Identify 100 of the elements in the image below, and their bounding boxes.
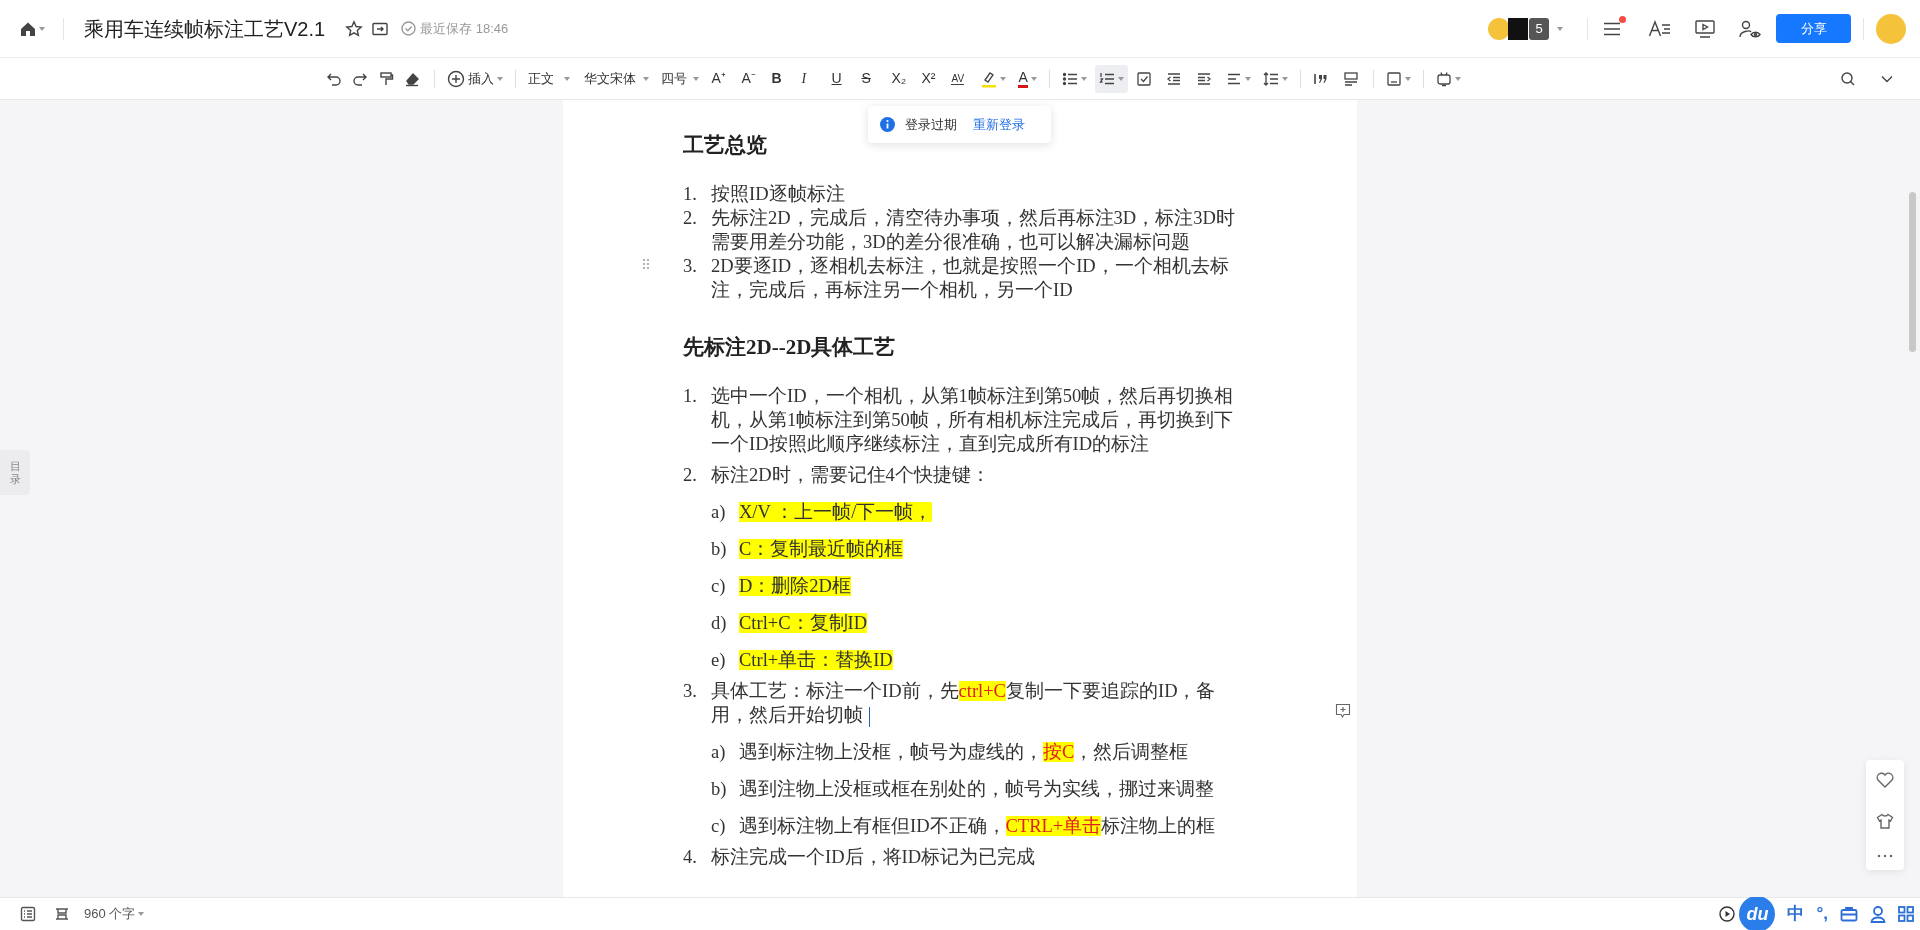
caret-icon[interactable] — [1557, 26, 1563, 31]
list-number: 3. — [683, 680, 698, 703]
caret-icon — [1080, 76, 1087, 81]
share-button[interactable]: 分享 — [1776, 14, 1851, 43]
list-item-text: 遇到标注物上没框，帧号为虚线的，按C，然后调整框 — [739, 741, 1190, 764]
list-item-text: C：复制最近帧的框 — [739, 538, 905, 561]
bold-button[interactable]: B — [767, 64, 794, 93]
text-block-icon — [1342, 70, 1359, 87]
caret-icon — [1244, 76, 1251, 81]
caret-icon — [1281, 76, 1288, 81]
save-status: 最近保存 18:46 — [420, 19, 509, 38]
more-icon[interactable] — [1876, 853, 1894, 858]
section-heading: 工艺总览 — [683, 132, 768, 159]
relogin-link[interactable]: 重新登录 — [973, 114, 1025, 135]
word-count-dropdown[interactable]: 960 个字 — [80, 900, 149, 928]
caret-icon — [497, 76, 503, 81]
font-family-dropdown[interactable]: 华文宋体 — [580, 64, 653, 93]
line-spacing-icon — [1262, 70, 1279, 87]
list-item-text: 按照ID逐帧标注 — [711, 183, 846, 206]
font-color-button[interactable]: A — [1014, 64, 1041, 93]
list-number: a) — [711, 501, 727, 524]
page-width-icon[interactable] — [54, 907, 70, 921]
list-number: 1. — [683, 385, 698, 408]
list-item-text: 标注完成一个ID后，将ID标记为已完成 — [711, 846, 1037, 869]
heart-icon[interactable] — [1876, 772, 1894, 789]
list-number: e) — [711, 649, 727, 672]
paint-roller-icon — [378, 70, 394, 87]
superscript-button[interactable]: X² — [917, 64, 944, 93]
list-number: 2. — [683, 207, 698, 230]
eraser-icon — [404, 70, 420, 87]
paragraph-style-dropdown[interactable]: 正文 — [524, 64, 575, 93]
list-number: b) — [711, 778, 728, 801]
presentation-icon[interactable] — [1694, 18, 1716, 39]
strikethrough-button[interactable]: S — [857, 64, 884, 93]
decrease-font-button[interactable]: A⁻ — [737, 64, 764, 93]
search-icon — [1840, 70, 1856, 87]
tv-icon — [1435, 70, 1452, 87]
italic-button[interactable]: I — [797, 64, 824, 93]
bullet-list-icon — [1061, 70, 1078, 87]
list-number: 1. — [683, 183, 698, 206]
list-item-text: Ctrl+单击：替换ID — [739, 649, 894, 672]
document-title[interactable]: 乘用车连续帧标注工艺V2.1 — [84, 13, 326, 44]
list-number: c) — [711, 575, 727, 598]
list-item-text: D：删除2D框 — [739, 575, 852, 598]
list-number: 4. — [683, 846, 698, 869]
star-icon[interactable] — [345, 19, 364, 38]
ime-mode-toggle[interactable]: 中 — [1787, 901, 1805, 927]
text-style-icon[interactable] — [1648, 18, 1672, 39]
ime-punctuation-toggle[interactable]: °, — [1816, 901, 1828, 927]
caret-icon — [1454, 76, 1461, 81]
toast-message: 登录过期 — [905, 115, 957, 134]
shirt-icon[interactable] — [1876, 813, 1894, 829]
letter-spacing-button[interactable]: AV — [947, 64, 974, 93]
numbered-list-button[interactable] — [1094, 64, 1128, 93]
add-comment-icon[interactable] — [1335, 703, 1351, 719]
collaborator-avatar[interactable] — [1508, 17, 1528, 40]
scrollbar-thumb[interactable] — [1909, 192, 1916, 352]
collaborator-count[interactable]: 5 — [1529, 17, 1549, 40]
info-icon — [880, 117, 895, 132]
caret-icon — [693, 76, 700, 81]
square-icon — [1385, 70, 1402, 87]
outdent-icon — [1165, 70, 1182, 87]
toolbox-icon[interactable] — [1840, 906, 1858, 922]
list-number: d) — [711, 612, 728, 635]
caret-icon — [564, 76, 571, 81]
list-number: 3. — [683, 255, 698, 278]
drag-handle-icon[interactable] — [642, 258, 650, 270]
subscript-button[interactable]: X₂ — [887, 64, 914, 93]
list-number: 2. — [683, 464, 698, 487]
numbered-list-icon — [1098, 70, 1115, 87]
grid-icon[interactable] — [1898, 906, 1914, 922]
caret-icon — [1117, 76, 1124, 81]
play-icon[interactable] — [1719, 906, 1736, 922]
list-item-text: 先标注2D，完成后，清空待办事项，然后再标注3D，标注3D时需要用差分功能，3D的差分很准确，也可以解决漏标问题 — [711, 207, 1236, 254]
outline-list-icon[interactable] — [20, 906, 36, 922]
ime-logo[interactable]: du — [1739, 896, 1776, 930]
user-visibility-icon[interactable] — [1738, 18, 1762, 39]
font-size-dropdown[interactable]: 四号 — [656, 64, 704, 93]
user-icon[interactable] — [1870, 905, 1886, 923]
caret-icon — [138, 912, 145, 916]
insert-button[interactable]: 插入 — [443, 64, 507, 93]
section-heading: 先标注2D--2D具体工艺 — [683, 334, 897, 361]
plus-circle-icon — [447, 69, 465, 88]
collaborator-avatar[interactable] — [1488, 17, 1510, 40]
check-circle-icon — [401, 21, 417, 36]
house-icon — [20, 20, 36, 37]
underline-button[interactable]: U — [827, 64, 854, 93]
list-item-text: 选中一个ID，一个相机，从第1帧标注到第50帧，然后再切换相机，从第1帧标注到第50帧，所有相机标注完成后，再切换到下一个ID按照此顺序继续标注，直到完成所有ID的标注 — [711, 385, 1235, 456]
list-item-text: 标注2D时，需要记住4个快捷键： — [711, 464, 991, 487]
caret-icon — [642, 76, 649, 81]
list-item-text: X/V ：上一帧/下一帧， — [739, 501, 934, 524]
checkbox-icon — [1135, 70, 1152, 87]
caret-icon — [39, 26, 45, 31]
list-number: b) — [711, 538, 728, 561]
list-number: c) — [711, 815, 727, 838]
list-item-text: 2D要逐ID，逐相机去标注，也就是按照一个ID，一个相机去标注，完成后，再标注另一个相机，另一个ID — [711, 255, 1230, 302]
list-item-text: Ctrl+C：复制ID — [739, 612, 869, 635]
caret-icon — [1030, 76, 1037, 81]
increase-font-button[interactable]: A⁺ — [707, 64, 734, 93]
list-number: a) — [711, 741, 727, 764]
